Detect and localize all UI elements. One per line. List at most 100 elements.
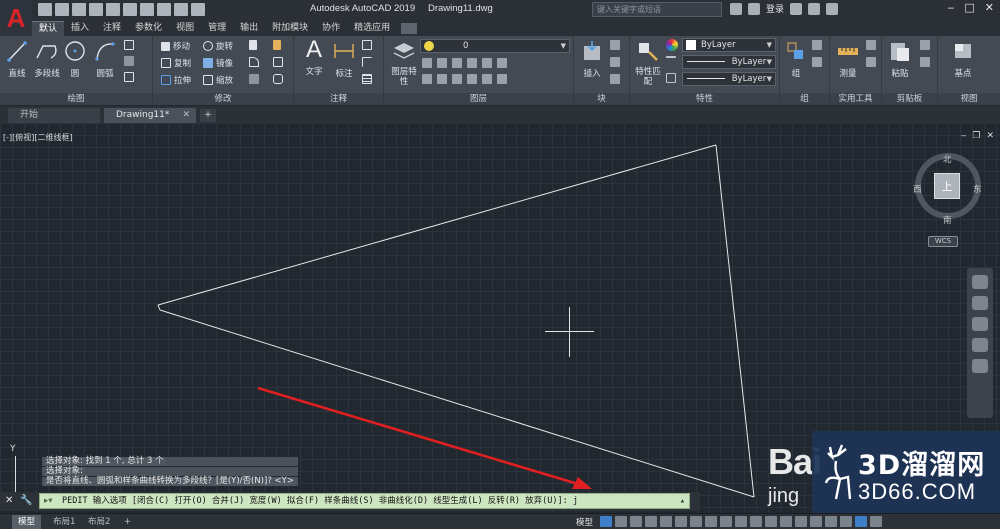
tab-manage[interactable]: 管理 xyxy=(201,21,233,36)
circle-button[interactable]: 圆 xyxy=(63,40,87,79)
table-button[interactable] xyxy=(362,74,372,84)
text-button[interactable]: A 文字 xyxy=(300,37,328,78)
tab-view[interactable]: 视图 xyxy=(169,21,201,36)
rectangle-tool[interactable] xyxy=(124,40,134,50)
offset-button[interactable] xyxy=(273,74,283,84)
layer-tool-icon[interactable] xyxy=(497,74,507,84)
grid-icon[interactable] xyxy=(600,516,612,527)
binoculars-icon[interactable] xyxy=(730,2,742,15)
object-snap-tracking-icon[interactable] xyxy=(675,516,687,527)
lineweight-icon[interactable] xyxy=(705,516,717,527)
stretch-button[interactable]: 拉伸 xyxy=(161,74,191,86)
scale-button[interactable]: 缩放 xyxy=(203,74,233,86)
wrench-icon[interactable]: 🔧 xyxy=(20,495,32,506)
tab-collaborate[interactable]: 协作 xyxy=(315,21,347,36)
mirror-button[interactable]: 镜像 xyxy=(203,57,233,69)
move-button[interactable]: 移动 xyxy=(161,40,190,52)
arc-button[interactable]: 圆弧 xyxy=(92,40,118,79)
polar-icon[interactable] xyxy=(645,516,657,527)
layer-tool-icon[interactable] xyxy=(422,74,432,84)
command-input[interactable]: ▸▾ PEDIT 输入选项 [闭合(C) 打开(O) 合并(J) 宽度(W) 拟… xyxy=(39,493,690,509)
help-icon[interactable] xyxy=(826,2,839,15)
isodraft-icon[interactable] xyxy=(660,516,672,527)
panel-modify-title[interactable]: 修改 xyxy=(153,93,293,105)
panel-draw-title[interactable]: 绘图 xyxy=(0,93,152,105)
transparency-icon[interactable] xyxy=(720,516,732,527)
orbit-icon[interactable] xyxy=(972,338,988,352)
array-button[interactable] xyxy=(249,74,259,84)
drawing-area[interactable]: [-][俯视][二维线框] ‒ ❐ ✕ 上 北 南 东 西 WCS Y 选择对象… xyxy=(0,123,1000,513)
layer-tool-icon[interactable] xyxy=(482,74,492,84)
tab-annotate[interactable]: 注释 xyxy=(96,21,128,36)
insert-button[interactable]: 插入 xyxy=(578,40,606,79)
open-file-icon[interactable] xyxy=(55,3,69,16)
panel-layers-title[interactable]: 图层 xyxy=(384,93,573,105)
group-edit-button[interactable] xyxy=(812,57,822,67)
pan-icon[interactable] xyxy=(972,296,988,310)
linetype-dropdown[interactable]: ByLayer ▼ xyxy=(682,55,776,69)
triangle-edge-top[interactable] xyxy=(157,144,717,306)
ortho-icon[interactable] xyxy=(630,516,642,527)
panel-block-title[interactable]: 块 xyxy=(574,93,629,105)
chevron-up-icon[interactable]: ▴ xyxy=(680,494,685,508)
layout-tab-2[interactable]: 布局2 xyxy=(82,515,116,529)
lock-ui-icon[interactable] xyxy=(810,516,822,527)
layer-tool-icon[interactable] xyxy=(497,58,507,68)
user-icon[interactable] xyxy=(748,2,760,15)
showmotion-icon[interactable] xyxy=(972,359,988,373)
workspace-icon[interactable] xyxy=(765,516,777,527)
save-icon[interactable] xyxy=(72,3,86,16)
viewcube-east[interactable]: 东 xyxy=(973,183,982,195)
cart-icon[interactable] xyxy=(790,2,803,15)
copy-clip-button[interactable] xyxy=(920,57,930,67)
new-layout-button[interactable]: + xyxy=(118,515,137,529)
maximize-icon[interactable]: □ xyxy=(964,1,974,14)
color-dropdown[interactable]: ByLayer ▼ xyxy=(682,38,776,52)
leader-button[interactable] xyxy=(362,57,372,67)
layer-tool-icon[interactable] xyxy=(437,58,447,68)
layer-tool-icon[interactable] xyxy=(482,58,492,68)
annotation-icon[interactable] xyxy=(750,516,762,527)
tab-featured-apps[interactable]: 精选应用 xyxy=(347,21,397,36)
layer-tool-icon[interactable] xyxy=(422,58,432,68)
model-space-toggle[interactable]: 模型 xyxy=(576,516,593,528)
web-save-icon[interactable] xyxy=(123,3,137,16)
linear-dim-button[interactable] xyxy=(362,40,372,50)
create-block-button[interactable] xyxy=(610,40,620,50)
search-input[interactable]: 键入关键字或短语 xyxy=(592,2,722,17)
paste-button[interactable]: 粘贴 xyxy=(886,40,914,79)
layer-tool-icon[interactable] xyxy=(452,74,462,84)
dimension-button[interactable]: 标注 xyxy=(330,40,358,79)
units-icon[interactable] xyxy=(780,516,792,527)
layer-tool-icon[interactable] xyxy=(452,58,462,68)
new-tab-button[interactable]: + xyxy=(200,109,216,122)
edit-block-button[interactable] xyxy=(610,57,620,67)
cut-button[interactable] xyxy=(920,40,930,50)
panel-clipboard-title[interactable]: 剪贴板 xyxy=(882,93,937,105)
linetype-icon-button[interactable] xyxy=(666,56,676,66)
print-icon[interactable] xyxy=(140,3,154,16)
edit-attributes-button[interactable] xyxy=(610,74,620,84)
web-open-icon[interactable] xyxy=(106,3,120,16)
customization-icon[interactable] xyxy=(870,516,882,527)
panel-annotation-title[interactable]: 注释 xyxy=(294,93,383,105)
panel-view-title[interactable]: 视图 xyxy=(938,93,1000,105)
explode-button[interactable] xyxy=(273,57,283,67)
ribbon-options-icon[interactable] xyxy=(401,23,418,34)
minimize-icon[interactable]: ‒ xyxy=(947,1,954,14)
close-tab-icon[interactable]: ✕ xyxy=(182,108,190,123)
layer-tool-icon[interactable] xyxy=(437,74,447,84)
layer-dropdown[interactable]: 0 ▼ xyxy=(420,39,570,53)
viewcube-west[interactable]: 西 xyxy=(913,183,922,195)
ungroup-button[interactable] xyxy=(812,40,822,50)
copy-button[interactable]: 复制 xyxy=(161,57,191,69)
triangle-edge-right[interactable] xyxy=(715,144,755,498)
panel-properties-title[interactable]: 特性 xyxy=(630,93,779,105)
triangle-edge-tip[interactable] xyxy=(157,304,161,311)
calculator-button[interactable] xyxy=(866,57,876,67)
selection-cycling-icon[interactable] xyxy=(735,516,747,527)
tab-drawing11[interactable]: Drawing11* ✕ xyxy=(104,108,196,123)
redo-icon[interactable] xyxy=(174,3,188,16)
tab-start[interactable]: 开始 xyxy=(8,108,100,123)
lineweight-dropdown[interactable]: ByLayer ▼ xyxy=(682,72,776,86)
